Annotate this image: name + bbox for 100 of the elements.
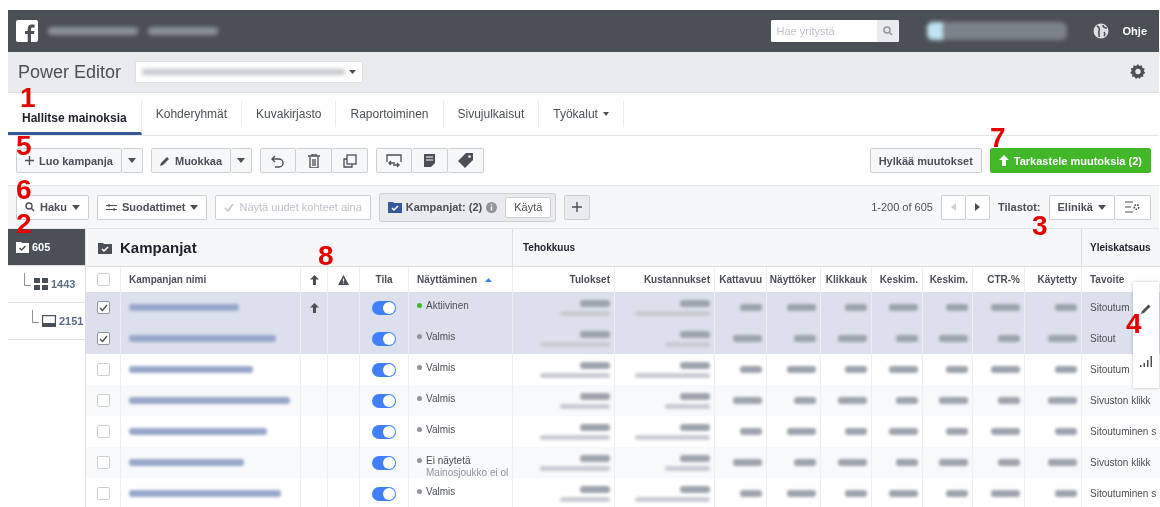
toggle-switch[interactable] (372, 331, 396, 346)
status-text: Aktiivinen (426, 300, 469, 312)
blurred-text (787, 490, 816, 497)
logo-icon[interactable] (16, 20, 38, 42)
edit-button[interactable]: Muokkaa (150, 148, 232, 173)
toggle-switch[interactable] (372, 300, 396, 315)
nav-tab[interactable]: Kuvakirjasto (242, 101, 337, 127)
search-icon[interactable] (876, 20, 899, 42)
duplicate-button[interactable] (332, 148, 369, 173)
column-header[interactable]: Tulokset (569, 274, 610, 285)
blurred-text (946, 490, 968, 497)
delete-button[interactable] (296, 148, 333, 173)
row-checkbox[interactable] (96, 363, 110, 376)
check-icon (224, 202, 235, 212)
discard-changes-button[interactable]: Hylkää muutokset (869, 148, 982, 173)
undo-icon (271, 153, 286, 168)
next-page-button[interactable] (965, 194, 990, 220)
dropdown-button[interactable] (231, 148, 253, 173)
column-header[interactable]: Tavoite (1090, 274, 1125, 285)
apply-button[interactable]: Käytä (505, 196, 552, 218)
nav-tab[interactable]: Työkalut (539, 101, 624, 127)
select-all-checkbox[interactable] (96, 273, 110, 286)
nav-tab[interactable]: Kohderyhmät (141, 101, 243, 127)
sliders-icon (105, 202, 117, 212)
globe-icon[interactable] (1092, 23, 1109, 39)
blurred-text (845, 428, 867, 435)
blurred-text (896, 335, 918, 342)
blurred-text (1048, 459, 1077, 466)
notes-button[interactable] (412, 148, 449, 173)
column-header[interactable]: Klikkauk (825, 274, 867, 285)
plus-icon (25, 156, 34, 165)
warning-icon (338, 274, 349, 285)
statistics-label: Tilastot: (997, 201, 1041, 213)
toggle-switch[interactable] (372, 486, 396, 501)
date-range-dropdown[interactable]: Elinikä (1048, 194, 1115, 220)
blurred-text (991, 490, 1020, 497)
blurred-text (580, 330, 610, 338)
annotation-number: 7 (990, 126, 1006, 150)
chip-label: Kampanjat: (2) (405, 201, 483, 213)
objective-text: Sitout (1090, 333, 1116, 344)
nav-tab[interactable]: Sivujulkaisut (443, 101, 540, 127)
column-header[interactable]: Kampanjan nimi (129, 274, 207, 285)
blurred-text (680, 299, 710, 307)
blurred-text (665, 403, 710, 409)
search-field[interactable]: Hae yritystä (770, 20, 899, 42)
toggle-switch[interactable] (372, 455, 396, 470)
column-header[interactable]: CTR-% (987, 274, 1020, 285)
row-checkbox[interactable] (96, 456, 110, 469)
blurred-text (794, 335, 816, 342)
caret-icon (127, 158, 136, 163)
export-import-button[interactable] (376, 148, 413, 173)
blurred-text (845, 304, 867, 311)
blurred-text (794, 459, 816, 466)
toggle-switch[interactable] (372, 393, 396, 408)
blurred-text (680, 423, 710, 431)
blurred-text (560, 496, 610, 502)
upload-arrow-icon (309, 274, 319, 285)
blurred-text[interactable] (926, 22, 1067, 40)
blurred-text (540, 341, 610, 347)
row-checkbox[interactable] (96, 487, 110, 500)
pencil-icon[interactable] (1140, 303, 1152, 314)
column-header[interactable]: Kattavuu (719, 274, 762, 285)
column-header[interactable]: Keskim. (929, 274, 968, 285)
column-header[interactable]: Näyttöker (769, 274, 816, 285)
row-checkbox[interactable] (96, 332, 110, 345)
settings-icon[interactable] (1129, 63, 1147, 81)
blurred-text (889, 366, 918, 373)
filters-button[interactable]: Suodattimet (96, 194, 208, 220)
table-row[interactable]: Valmis Sivuston klikk (86, 385, 1160, 416)
add-button[interactable] (564, 194, 591, 220)
column-header[interactable]: Kustannukset (643, 274, 710, 285)
info-icon[interactable] (486, 201, 498, 213)
column-header[interactable]: Tila (375, 274, 393, 285)
column-header[interactable]: Näyttäminen (417, 274, 477, 285)
dropdown-button[interactable] (121, 148, 143, 173)
toggle-switch[interactable] (372, 362, 396, 377)
undo-button[interactable] (260, 148, 297, 173)
row-checkbox[interactable] (96, 301, 110, 314)
toggle-switch[interactable] (372, 424, 396, 439)
row-checkbox[interactable] (96, 425, 110, 438)
blurred-text (680, 485, 710, 493)
blurred-text (665, 341, 710, 347)
column-header[interactable]: Keskim. (879, 274, 918, 285)
table-row[interactable]: Ei näytetä Mainosjoukko ei ol Sivuston klikk (86, 447, 1160, 478)
blurred-text (540, 434, 610, 440)
bar-chart-icon[interactable] (1140, 356, 1152, 367)
blurred-text (733, 335, 762, 342)
column-settings-button[interactable] (1115, 194, 1151, 220)
help-link[interactable]: Ohje (1122, 25, 1147, 37)
nav-tab[interactable]: Raportoiminen (336, 101, 444, 127)
blurred-text (838, 335, 867, 342)
blurred-text (991, 428, 1020, 435)
blurred-text (896, 397, 918, 404)
blurred-text (1055, 490, 1077, 497)
caret-icon[interactable] (602, 112, 609, 116)
sort-ascending-icon[interactable] (485, 277, 492, 282)
tag-button[interactable] (448, 148, 485, 173)
column-header[interactable]: Käytetty (1037, 274, 1077, 285)
caret-icon[interactable] (349, 70, 357, 74)
row-checkbox[interactable] (96, 394, 110, 407)
